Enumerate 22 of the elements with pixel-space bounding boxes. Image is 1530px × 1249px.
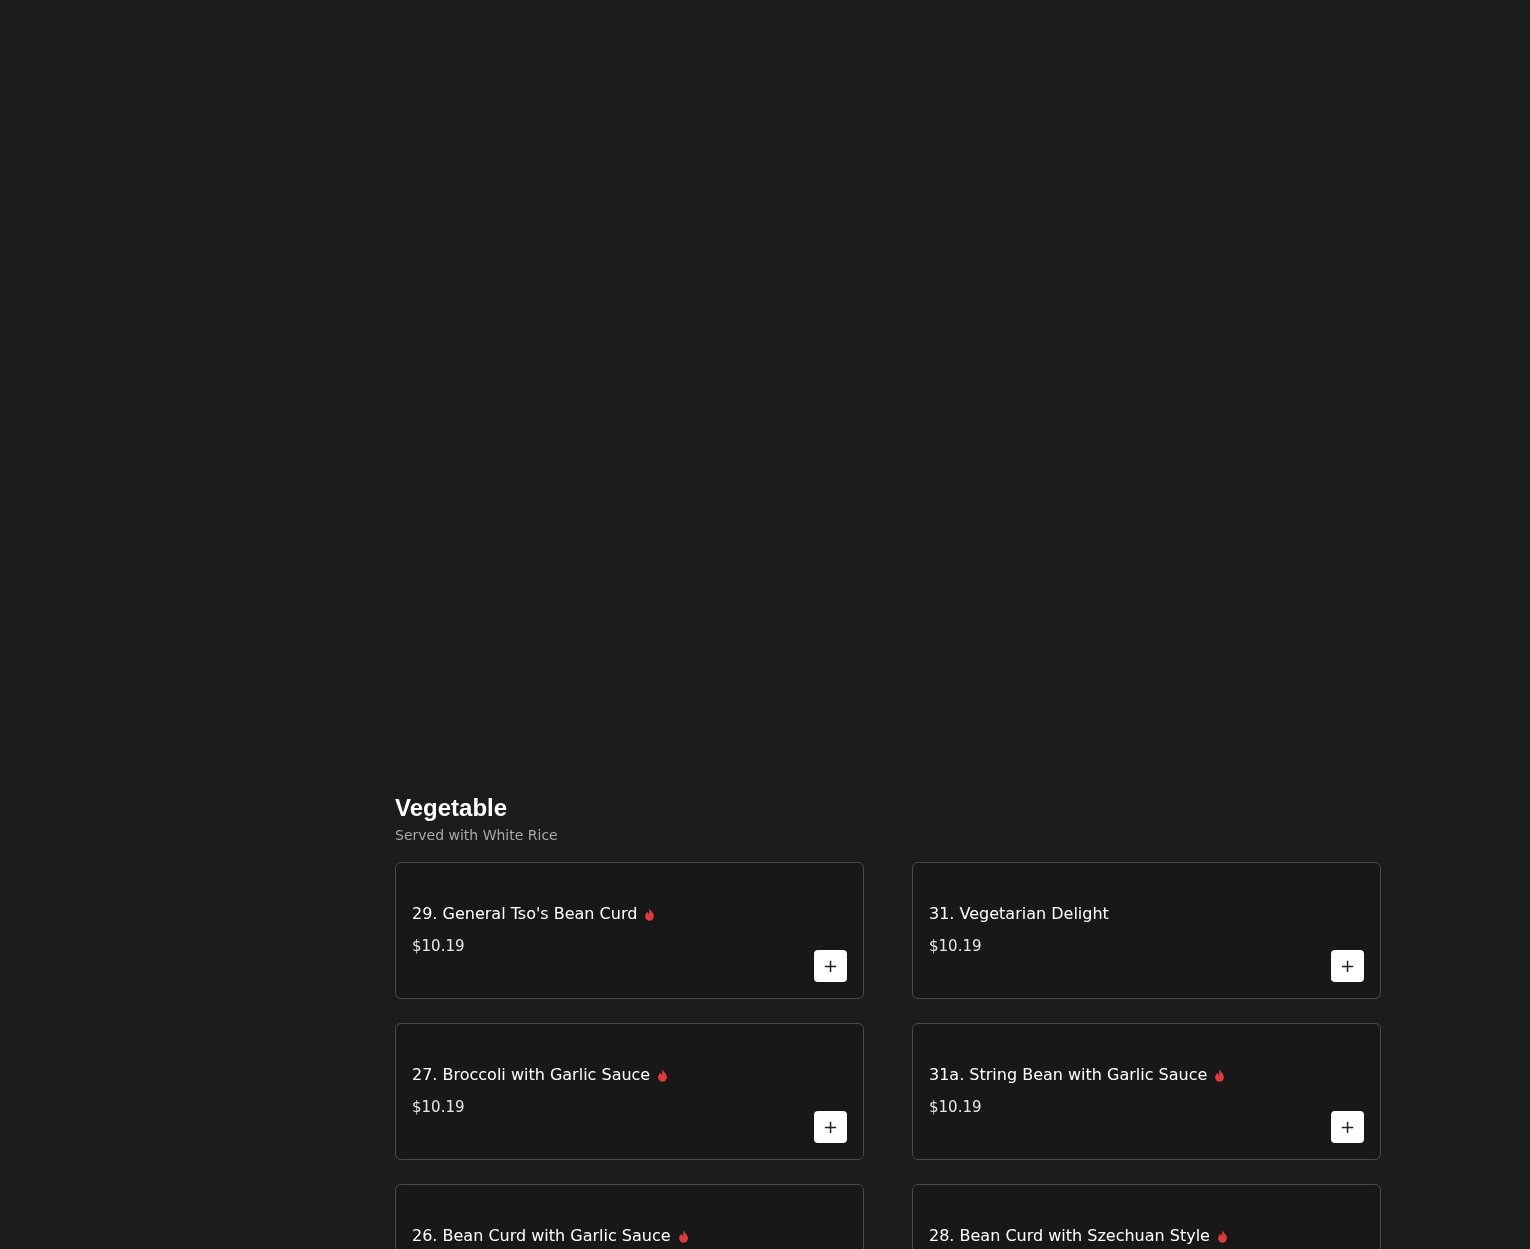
add-button[interactable]: + [814, 1111, 847, 1143]
add-button[interactable]: + [814, 950, 847, 982]
item-name: 29. General Tso's Bean Curd [412, 903, 638, 925]
section-title: Vegetable [395, 793, 509, 823]
add-button[interactable]: + [1331, 1111, 1364, 1143]
menu-item-card[interactable]: 27. Broccoli with Garlic Sauce $10.19 + [395, 1023, 864, 1160]
menu-item-card[interactable]: 29. General Tso's Bean Curd $10.19 + [395, 862, 864, 999]
menu-item-card[interactable]: 31a. String Bean with Garlic Sauce $10.19 + [912, 1023, 1381, 1160]
item-name: 31a. String Bean with Garlic Sauce [929, 1064, 1208, 1086]
menu-item-card[interactable]: 28. Bean Curd with Szechuan Style [912, 1184, 1381, 1249]
item-price: $10.19 [412, 1098, 466, 1116]
item-name: 31. Vegetarian Delight [929, 903, 1109, 925]
item-name: 26. Bean Curd with Garlic Sauce [412, 1225, 671, 1247]
add-button[interactable]: + [1331, 950, 1364, 982]
item-price: $10.19 [929, 937, 983, 955]
item-price: $10.19 [412, 937, 466, 955]
item-price: $10.19 [929, 1098, 983, 1116]
section-subtitle: Served with White Rice [395, 826, 559, 845]
item-name: 27. Broccoli with Garlic Sauce [412, 1064, 651, 1086]
item-name: 28. Bean Curd with Szechuan Style [929, 1225, 1210, 1247]
menu-item-card[interactable]: 26. Bean Curd with Garlic Sauce [395, 1184, 864, 1249]
menu-item-card[interactable]: 31. Vegetarian Delight $10.19 + [912, 862, 1381, 999]
